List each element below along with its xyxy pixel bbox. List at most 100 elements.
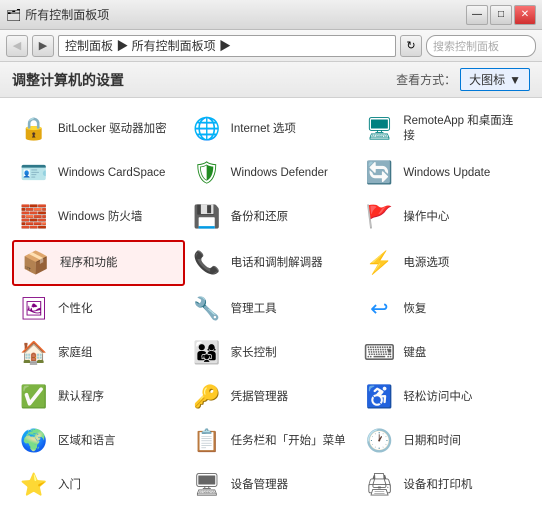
devmgr-label: 设备管理器 bbox=[231, 478, 289, 493]
item-easeaccess[interactable]: ♿ 轻松访问中心 bbox=[357, 376, 530, 418]
item-phone[interactable]: 📞 电话和调制解调器 bbox=[185, 240, 358, 286]
power-label: 电源选项 bbox=[403, 256, 449, 271]
parental-icon: 👨‍👩‍👧 bbox=[191, 337, 223, 369]
item-gettingstarted[interactable]: ⭐ 入门 bbox=[12, 464, 185, 506]
power-icon: ⚡ bbox=[363, 247, 395, 279]
search-placeholder: 搜索控制面板 bbox=[433, 38, 499, 54]
winupdate-label: Windows Update bbox=[403, 166, 490, 181]
mgmt-icon: 🔧 bbox=[191, 293, 223, 325]
cardspace-icon: 🪪 bbox=[18, 157, 50, 189]
homegroup-icon: 🏠 bbox=[18, 337, 50, 369]
taskbar-icon: 📋 bbox=[191, 425, 223, 457]
datetime-label: 日期和时间 bbox=[403, 434, 461, 449]
item-power[interactable]: ⚡ 电源选项 bbox=[357, 240, 530, 286]
programs-label: 程序和功能 bbox=[60, 256, 118, 271]
item-devmgr[interactable]: 🖥 设备管理器 bbox=[185, 464, 358, 506]
page-title: 调整计算机的设置 bbox=[12, 70, 124, 90]
item-devprint[interactable]: 🖨 设备和打印机 bbox=[357, 464, 530, 506]
dropdown-arrow-icon: ▼ bbox=[509, 73, 521, 87]
personalize-label: 个性化 bbox=[58, 302, 93, 317]
item-programs[interactable]: 📦 程序和功能 bbox=[12, 240, 185, 286]
refresh-button[interactable]: ↻ bbox=[400, 35, 422, 57]
remoteapp-label: RemoteApp 和桌面连接 bbox=[403, 114, 524, 144]
item-cardspace[interactable]: 🪪 Windows CardSpace bbox=[12, 152, 185, 194]
remoteapp-icon: 🖥 bbox=[363, 113, 395, 145]
credential-icon: 🔑 bbox=[191, 381, 223, 413]
gettingstarted-label: 入门 bbox=[58, 478, 81, 493]
defaults-icon: ✅ bbox=[18, 381, 50, 413]
address-path[interactable]: 控制面板 ▶ 所有控制面板项 ▶ bbox=[58, 35, 396, 57]
easeaccess-label: 轻松访问中心 bbox=[403, 390, 472, 405]
item-personalize[interactable]: 🖼个性化 bbox=[12, 288, 185, 330]
minimize-button[interactable]: — bbox=[466, 5, 488, 25]
title-bar-title: 所有控制面板项 bbox=[25, 6, 109, 23]
credential-label: 凭据管理器 bbox=[231, 390, 289, 405]
phone-icon: 📞 bbox=[191, 247, 223, 279]
item-backup[interactable]: 💾 备份和还原 bbox=[185, 196, 358, 238]
window-icon: 🗂 bbox=[6, 8, 21, 22]
region-label: 区域和语言 bbox=[58, 434, 116, 449]
item-remoteapp[interactable]: 🖥 RemoteApp 和桌面连接 bbox=[357, 108, 530, 150]
item-bitlocker[interactable]: 🔒 BitLocker 驱动器加密 bbox=[12, 108, 185, 150]
item-mgmt[interactable]: 🔧 管理工具 bbox=[185, 288, 358, 330]
bitlocker-label: BitLocker 驱动器加密 bbox=[58, 122, 167, 137]
item-indexing[interactable]: 🔍索引选项 bbox=[357, 508, 530, 516]
cardspace-label: Windows CardSpace bbox=[58, 166, 165, 181]
devprint-label: 设备和打印机 bbox=[403, 478, 472, 493]
search-box[interactable]: 搜索控制面板 bbox=[426, 35, 536, 57]
content-area: 🔒 BitLocker 驱动器加密 🌐 Internet 选项 🖥 RemoteApp 和… bbox=[0, 98, 542, 516]
item-mouse[interactable]: 🖱鼠标 bbox=[185, 508, 358, 516]
backup-icon: 💾 bbox=[191, 201, 223, 233]
internet-label: Internet 选项 bbox=[231, 122, 296, 137]
item-datetime[interactable]: 🕐日期和时间 bbox=[357, 420, 530, 462]
title-bar-controls: — □ ✕ bbox=[466, 5, 536, 25]
firewall-label: Windows 防火墙 bbox=[58, 210, 142, 225]
item-keyboard[interactable]: ⌨键盘 bbox=[357, 332, 530, 374]
phone-label: 电话和调制解调器 bbox=[231, 256, 323, 271]
devprint-icon: 🖨 bbox=[363, 469, 395, 501]
item-internet[interactable]: 🌐 Internet 选项 bbox=[185, 108, 358, 150]
actioncenter-label: 操作中心 bbox=[403, 210, 449, 225]
parental-label: 家长控制 bbox=[231, 346, 277, 361]
devmgr-icon: 🖥 bbox=[191, 469, 223, 501]
backup-label: 备份和还原 bbox=[231, 210, 289, 225]
toolbar: 调整计算机的设置 查看方式： 大图标 ▼ bbox=[0, 62, 542, 98]
item-defender[interactable]: 🛡Windows Defender bbox=[185, 152, 358, 194]
recover-icon: ↩ bbox=[363, 293, 395, 325]
firewall-icon: 🧱 bbox=[18, 201, 50, 233]
defender-icon: 🛡 bbox=[191, 157, 223, 189]
mgmt-label: 管理工具 bbox=[231, 302, 277, 317]
gettingstarted-icon: ⭐ bbox=[18, 469, 50, 501]
easeaccess-icon: ♿ bbox=[363, 381, 395, 413]
programs-icon: 📦 bbox=[20, 247, 52, 279]
taskbar-label: 任务栏和「开始」菜单 bbox=[231, 434, 346, 449]
back-button[interactable]: ◀ bbox=[6, 35, 28, 57]
homegroup-label: 家庭组 bbox=[58, 346, 93, 361]
address-bar: ◀ ▶ 控制面板 ▶ 所有控制面板项 ▶ ↻ 搜索控制面板 bbox=[0, 30, 542, 62]
maximize-button[interactable]: □ bbox=[490, 5, 512, 25]
item-actioncenter[interactable]: 🚩 操作中心 bbox=[357, 196, 530, 238]
internet-icon: 🌐 bbox=[191, 113, 223, 145]
view-mode-label: 大图标 bbox=[469, 71, 505, 88]
item-sound[interactable]: 🔊声音 bbox=[12, 508, 185, 516]
actioncenter-icon: 🚩 bbox=[363, 201, 395, 233]
close-button[interactable]: ✕ bbox=[514, 5, 536, 25]
item-credential[interactable]: 🔑 凭据管理器 bbox=[185, 376, 358, 418]
item-parental[interactable]: 👨‍👩‍👧 家长控制 bbox=[185, 332, 358, 374]
item-taskbar[interactable]: 📋 任务栏和「开始」菜单 bbox=[185, 420, 358, 462]
item-region[interactable]: 🌍区域和语言 bbox=[12, 420, 185, 462]
item-winupdate[interactable]: 🔄Windows Update bbox=[357, 152, 530, 194]
item-defaults[interactable]: ✅ 默认程序 bbox=[12, 376, 185, 418]
forward-button[interactable]: ▶ bbox=[32, 35, 54, 57]
bitlocker-icon: 🔒 bbox=[18, 113, 50, 145]
item-firewall[interactable]: 🧱 Windows 防火墙 bbox=[12, 196, 185, 238]
view-label: 查看方式： bbox=[396, 71, 456, 88]
items-grid: 🔒 BitLocker 驱动器加密 🌐 Internet 选项 🖥 RemoteApp 和… bbox=[12, 108, 530, 516]
item-homegroup[interactable]: 🏠 家庭组 bbox=[12, 332, 185, 374]
defaults-label: 默认程序 bbox=[58, 390, 104, 405]
view-options: 查看方式： 大图标 ▼ bbox=[396, 68, 530, 91]
keyboard-icon: ⌨ bbox=[363, 337, 395, 369]
recover-label: 恢复 bbox=[403, 302, 426, 317]
view-dropdown[interactable]: 大图标 ▼ bbox=[460, 68, 530, 91]
item-recover[interactable]: ↩ 恢复 bbox=[357, 288, 530, 330]
